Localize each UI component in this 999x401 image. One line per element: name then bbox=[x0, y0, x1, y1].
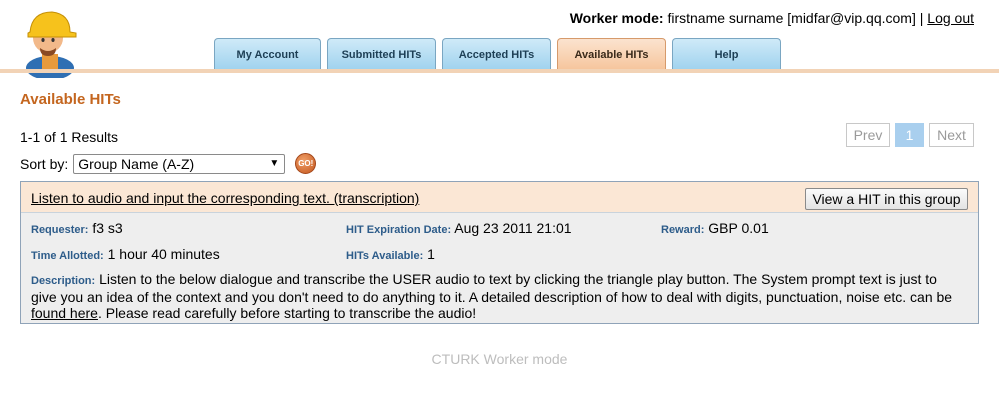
tab-available-hits[interactable]: Available HITs bbox=[557, 38, 666, 70]
reward-field: Reward: GBP 0.01 bbox=[661, 220, 769, 236]
user-identity: firstname surname [midfar@vip.qq.com] bbox=[667, 10, 916, 26]
hits-available-label: HITs Available: bbox=[346, 250, 424, 262]
sort-controls: Sort by: Group Name (A-Z) ▼ GO! bbox=[20, 153, 317, 174]
dropdown-arrow-icon: ▼ bbox=[269, 158, 280, 169]
results-count: 1-1 of 1 Results bbox=[20, 129, 119, 145]
description-text: Listen to the below dialogue and transcr… bbox=[31, 271, 953, 305]
main-tabs: My Account Submitted HITs Accepted HITs … bbox=[214, 38, 781, 70]
logout-link[interactable]: Log out bbox=[927, 10, 974, 26]
reward-label: Reward: bbox=[661, 224, 705, 236]
requester-value: f3 s3 bbox=[92, 220, 123, 236]
worker-avatar-icon bbox=[26, 11, 77, 80]
user-info: Worker mode: firstname surname [midfar@v… bbox=[570, 10, 974, 26]
pagination: Prev 1 Next bbox=[846, 123, 974, 147]
requester-field: Requester: f3 s3 bbox=[31, 220, 123, 236]
tab-help[interactable]: Help bbox=[672, 38, 781, 70]
tab-my-account[interactable]: My Account bbox=[214, 38, 321, 70]
expiration-label: HIT Expiration Date: bbox=[346, 224, 452, 236]
hit-group-header: Listen to audio and input the correspond… bbox=[21, 182, 978, 213]
page-number-current[interactable]: 1 bbox=[895, 123, 924, 147]
view-hit-button[interactable]: View a HIT in this group bbox=[805, 188, 968, 210]
time-allotted-label: Time Allotted: bbox=[31, 250, 104, 262]
description-field: Description: Listen to the below dialogu… bbox=[31, 271, 966, 321]
sort-label: Sort by: bbox=[20, 155, 69, 172]
hits-available-field: HITs Available: 1 bbox=[346, 246, 435, 262]
sort-selected-value: Group Name (A-Z) bbox=[78, 155, 195, 172]
worker-logo bbox=[20, 6, 80, 80]
next-button[interactable]: Next bbox=[929, 123, 974, 147]
hit-group-title-link[interactable]: Listen to audio and input the correspond… bbox=[31, 190, 419, 206]
found-here-link[interactable]: found here bbox=[31, 305, 98, 321]
page-title: Available HITs bbox=[20, 91, 121, 108]
tab-submitted-hits[interactable]: Submitted HITs bbox=[327, 38, 436, 70]
footer-text: CTURK Worker mode bbox=[431, 351, 568, 367]
hits-available-value: 1 bbox=[427, 246, 435, 262]
expiration-value: Aug 23 2011 21:01 bbox=[454, 220, 572, 236]
worker-mode-label: Worker mode: bbox=[569, 10, 664, 26]
description-tail: . Please read carefully before starting … bbox=[97, 305, 477, 321]
separator: | bbox=[919, 10, 924, 26]
tab-accepted-hits[interactable]: Accepted HITs bbox=[442, 38, 551, 70]
requester-label: Requester: bbox=[31, 224, 89, 236]
expiration-field: HIT Expiration Date: Aug 23 2011 21:01 bbox=[346, 220, 572, 236]
sort-select[interactable]: Group Name (A-Z) ▼ bbox=[73, 153, 286, 174]
description-label: Description: bbox=[31, 275, 96, 287]
reward-value: GBP 0.01 bbox=[708, 220, 769, 236]
time-allotted-value: 1 hour 40 minutes bbox=[107, 246, 220, 262]
prev-button[interactable]: Prev bbox=[846, 123, 890, 147]
time-allotted-field: Time Allotted: 1 hour 40 minutes bbox=[31, 246, 220, 262]
header-divider bbox=[0, 69, 999, 73]
go-button[interactable]: GO! bbox=[295, 153, 317, 174]
hit-group-card: Listen to audio and input the correspond… bbox=[20, 181, 979, 324]
